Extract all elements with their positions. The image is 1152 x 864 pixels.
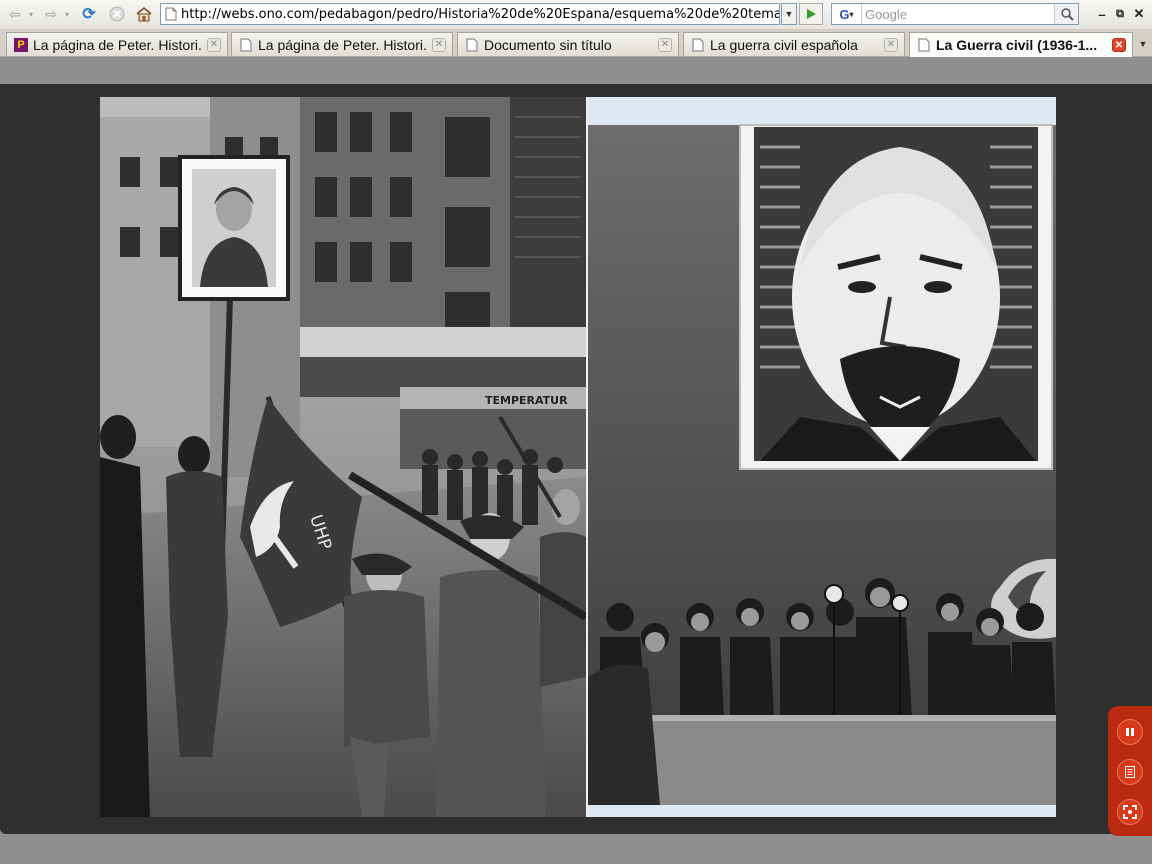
page-icon <box>161 4 181 24</box>
notes-button[interactable] <box>1117 759 1143 785</box>
pause-button[interactable] <box>1117 719 1143 745</box>
url-bar[interactable] <box>160 3 780 25</box>
page-icon <box>690 37 706 53</box>
tab-list-button[interactable]: ▼ <box>1136 36 1150 52</box>
leader-portrait <box>739 124 1053 470</box>
back-history-dropdown[interactable]: ▾ <box>26 4 36 24</box>
stop-icon <box>109 6 125 22</box>
slideshow-controls <box>1108 706 1152 836</box>
page-icon <box>238 37 254 53</box>
tab-label: La guerra civil española <box>710 36 858 53</box>
search-button[interactable] <box>1054 4 1078 24</box>
chevron-down-icon: ▼ <box>784 9 794 19</box>
tab-label: La página de Peter. Histori... <box>258 36 428 53</box>
tab-label: La Guerra civil (1936-1... <box>936 37 1098 53</box>
home-icon <box>136 6 152 22</box>
p-favicon-icon: P <box>13 37 29 53</box>
play-arrow-icon <box>807 9 816 19</box>
assembly-photo <box>588 97 1056 817</box>
tab-label: La página de Peter. Histori... <box>33 36 203 53</box>
fullscreen-button[interactable] <box>1117 799 1143 825</box>
building-sign: TEMPERATUR <box>485 394 568 407</box>
close-window-button[interactable]: ✕ <box>1131 6 1147 22</box>
chevron-down-icon: ▾ <box>28 9 33 19</box>
tab-1[interactable]: P La página de Peter. Histori... ✕ <box>6 32 228 56</box>
page-icon <box>916 37 932 53</box>
forward-arrow-icon: ⇨ <box>45 5 57 22</box>
close-tab-icon[interactable]: ✕ <box>1112 38 1126 52</box>
google-g-icon: G <box>839 6 850 22</box>
restore-button[interactable]: ⧉ <box>1112 6 1128 22</box>
page-icon <box>464 37 480 53</box>
forward-button[interactable]: ⇨ <box>40 4 62 24</box>
tab-3[interactable]: Documento sin título ✕ <box>457 32 679 56</box>
close-tab-icon[interactable]: ✕ <box>207 37 221 52</box>
page-top-margin <box>0 57 1152 84</box>
home-button[interactable] <box>133 4 155 24</box>
favicon-letter: P <box>14 37 28 52</box>
navigation-toolbar: ⇦ ▾ ⇨ ▾ ⟳ ▼ G▾ – ⧉ ✕ <box>0 0 1152 30</box>
chevron-down-icon: ▼ <box>1138 39 1148 49</box>
tab-5-active[interactable]: La Guerra civil (1936-1... ✕ <box>909 32 1133 57</box>
slideshow-photo: TEMPERATUR UHP <box>100 97 1056 817</box>
tab-2[interactable]: La página de Peter. Histori... ✕ <box>231 32 453 56</box>
search-input[interactable] <box>862 6 1054 22</box>
reload-button[interactable]: ⟳ <box>78 4 100 24</box>
parade-photo: TEMPERATUR UHP <box>100 97 589 817</box>
tab-4[interactable]: La guerra civil española ✕ <box>683 32 905 56</box>
reload-icon: ⟳ <box>82 6 96 23</box>
stop-button[interactable] <box>106 4 128 24</box>
search-icon <box>1060 8 1074 21</box>
restore-icon: ⧉ <box>1116 7 1124 20</box>
go-button[interactable] <box>799 3 823 25</box>
notes-icon <box>1125 766 1135 778</box>
tab-bar: P La página de Peter. Histori... ✕ La pá… <box>0 30 1152 57</box>
search-engine-selector[interactable]: G ▾ <box>832 4 862 24</box>
fullscreen-icon <box>1123 805 1137 819</box>
close-tab-icon[interactable]: ✕ <box>884 37 898 52</box>
page-bottom-margin <box>0 834 1152 864</box>
close-tab-icon[interactable]: ✕ <box>432 37 446 52</box>
pause-icon <box>1126 728 1134 736</box>
close-icon: ✕ <box>1133 6 1145 21</box>
minimize-icon: – <box>1098 6 1106 22</box>
url-input[interactable] <box>181 4 779 24</box>
search-bar[interactable]: G ▾ <box>831 3 1079 25</box>
chevron-down-icon: ▾ <box>849 9 854 19</box>
forward-history-dropdown[interactable]: ▾ <box>62 4 72 24</box>
minimize-button[interactable]: – <box>1094 6 1110 22</box>
back-button[interactable]: ⇦ <box>4 4 26 24</box>
close-tab-icon[interactable]: ✕ <box>658 37 672 52</box>
tab-label: Documento sin título <box>484 36 612 53</box>
url-history-dropdown[interactable]: ▼ <box>781 3 797 25</box>
chevron-down-icon: ▾ <box>64 9 69 19</box>
back-arrow-icon: ⇦ <box>9 5 21 22</box>
